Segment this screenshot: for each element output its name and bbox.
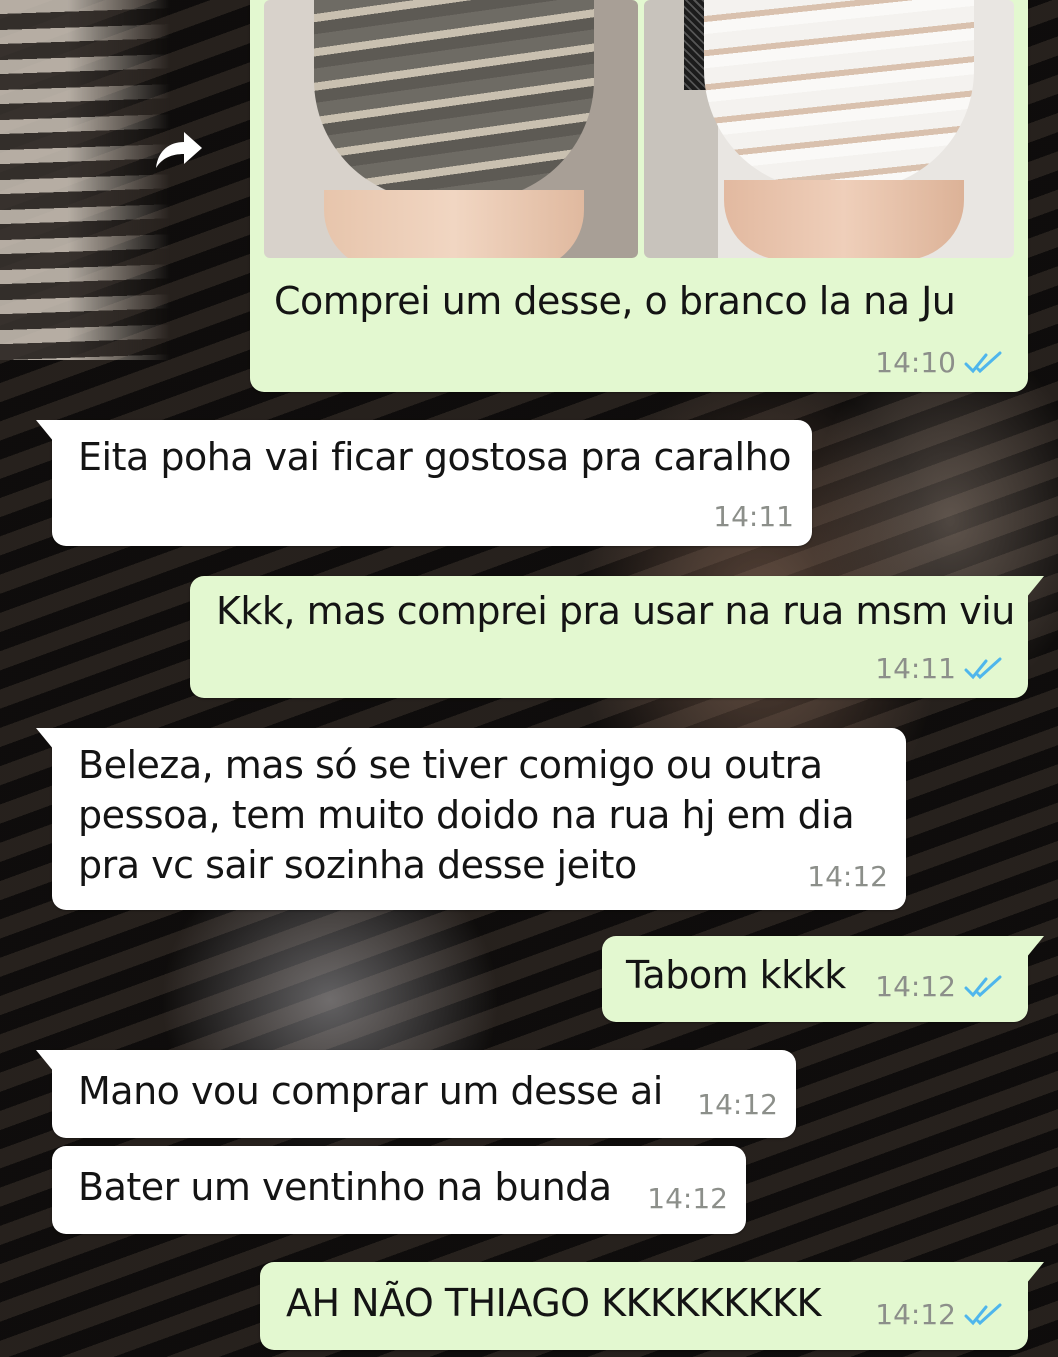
message-text: Kkk, mas comprei pra usar na rua msm viu [216,589,1015,633]
message-bubble-incoming[interactable]: Bater um ventinho na bunda 14:12 [52,1146,746,1234]
message-text-line: pessoa, tem muito doido na rua hj em dia [78,793,855,837]
message-bubble-outgoing[interactable]: Tabom kkkk 14:12 [602,936,1044,1022]
message-text-line: Beleza, mas só se tiver comigo ou outra [78,743,823,787]
message-text: Eita poha vai ficar gostosa pra caralho [78,435,791,479]
message-text: Comprei um desse, o branco la na Ju [274,279,956,323]
message-time: 14:11 [875,652,956,685]
message-bubble-outgoing[interactable]: Comprei um desse, o branco la na Ju 14:1… [250,0,1028,392]
message-meta: 14:12 [697,1088,778,1121]
message-bubble-incoming[interactable]: Beleza, mas só se tiver comigo ou outra … [36,728,906,910]
message-bubble-outgoing[interactable]: AH NÃO THIAGO KKKKKKKKK 14:12 [260,1262,1044,1350]
message-meta: 14:12 [875,970,1004,1003]
wallpaper-blinds [0,0,170,360]
double-check-icon [964,975,1002,997]
photo-content [704,0,974,190]
message-text: Mano vou comprar um desse ai [78,1069,663,1113]
forward-arrow-icon[interactable] [152,126,206,174]
double-check-icon [964,657,1002,679]
attachment-photo-white-shorts[interactable] [644,0,1014,258]
message-time: 14:12 [647,1182,728,1215]
message-time: 14:11 [713,500,794,533]
double-check-icon [964,1303,1002,1325]
message-bubble-incoming[interactable]: Eita poha vai ficar gostosa pra caralho … [36,420,812,546]
message-time: 14:12 [697,1088,778,1121]
message-text: Bater um ventinho na bunda [78,1165,612,1209]
message-text: Tabom kkkk [626,953,846,997]
message-text: AH NÃO THIAGO KKKKKKKKK [286,1281,821,1325]
photo-content [724,180,964,258]
message-meta: 14:11 [713,500,794,533]
message-time: 14:12 [807,860,888,893]
message-meta: 14:12 [807,860,888,893]
message-bubble-outgoing[interactable]: Kkk, mas comprei pra usar na rua msm viu… [190,576,1044,698]
message-time: 14:10 [875,346,956,379]
message-text-line: pra vc sair sozinha desse jeito [78,843,637,887]
attachment-photo-grey-shorts[interactable] [264,0,638,258]
message-bubble-incoming[interactable]: Mano vou comprar um desse ai 14:12 [36,1050,796,1138]
double-check-icon [964,351,1002,373]
photo-content [314,0,594,200]
message-meta: 14:10 [875,346,1004,379]
message-meta: 14:11 [875,652,1004,685]
message-meta: 14:12 [875,1298,1004,1331]
message-time: 14:12 [875,1298,956,1331]
message-time: 14:12 [875,970,956,1003]
message-meta: 14:12 [647,1182,728,1215]
photo-content [324,190,584,258]
